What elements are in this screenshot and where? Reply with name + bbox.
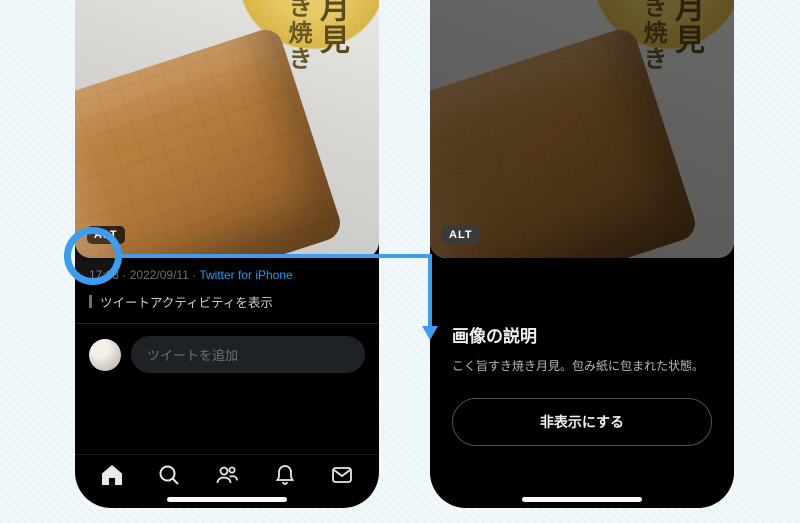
compose-row: ツイートを追加 <box>75 324 379 381</box>
avatar[interactable] <box>89 339 121 371</box>
product-label-large: 月見 <box>309 0 353 56</box>
product-label-small: き焼き <box>280 0 315 72</box>
alt-sheet-body: こく旨すき焼き月見。包み紙に包まれた状態。 <box>452 357 712 376</box>
tweet-image[interactable]: 月見 き焼き ALT <box>75 0 379 258</box>
tweet-image-dimmed: 月見 き焼き ALT <box>430 0 734 258</box>
mail-icon[interactable] <box>330 463 354 492</box>
search-icon[interactable] <box>157 463 181 492</box>
home-indicator <box>75 497 379 502</box>
home-indicator <box>430 497 734 502</box>
tweet-activity-row[interactable]: ツイートアクティビティを表示 <box>75 286 379 324</box>
phone-right: 月見 き焼き ALT 画像の説明 こく旨すき焼き月見。包み紙に包まれた状態。 非… <box>430 0 734 508</box>
alt-sheet-title: 画像の説明 <box>452 322 712 347</box>
annotation-circle <box>64 227 122 285</box>
people-icon[interactable] <box>215 463 239 492</box>
tweet-activity-label: ツイートアクティビティを表示 <box>100 292 273 311</box>
compose-input[interactable]: ツイートを追加 <box>131 336 365 373</box>
alt-badge[interactable]: ALT <box>442 226 480 244</box>
annotation-arrow-down <box>428 254 432 330</box>
alt-description-sheet: 画像の説明 こく旨すき焼き月見。包み紙に包まれた状態。 非表示にする <box>430 298 734 508</box>
home-icon[interactable] <box>100 463 124 492</box>
bell-icon[interactable] <box>273 463 297 492</box>
tweet-source-link[interactable]: Twitter for iPhone <box>199 268 292 282</box>
activity-icon <box>89 295 92 308</box>
tweet-date: 2022/09/11 <box>130 268 189 282</box>
image-overlay <box>430 0 734 258</box>
hide-button[interactable]: 非表示にする <box>452 398 712 446</box>
annotation-arrow-line <box>120 254 432 258</box>
annotation-arrow-head <box>422 326 438 340</box>
bottom-nav <box>75 454 379 492</box>
